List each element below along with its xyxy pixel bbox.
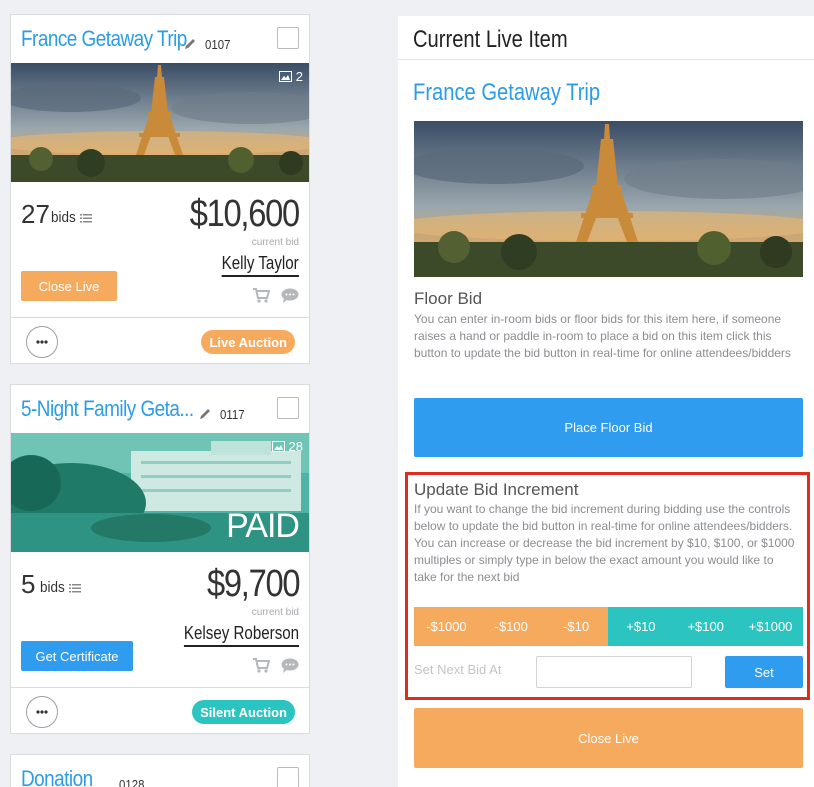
auction-type-badge: Silent Auction [192, 700, 295, 724]
card-footer: Silent Auction [11, 687, 309, 733]
pencil-icon[interactable] [198, 407, 212, 421]
cart-icon[interactable] [253, 288, 270, 303]
image-count: 2 [278, 69, 303, 84]
floor-bid-description: You can enter in-room bids or floor bids… [414, 312, 791, 360]
live-item-image [414, 121, 803, 277]
item-number: 0128 [119, 777, 145, 787]
current-bid-amount: $9,700 [206, 563, 301, 605]
more-options-button[interactable] [26, 696, 58, 728]
item-image[interactable]: 28 PAID [11, 433, 309, 552]
auction-type-badge: Live Auction [201, 330, 295, 354]
current-bid-label: current bid [251, 607, 299, 618]
current-bid-amount: $10,600 [189, 193, 300, 235]
auction-item-card: 5-Night Family Geta... 0117 28 PAID 5 bi… [10, 384, 310, 734]
image-icon [271, 441, 285, 452]
item-title-link[interactable]: Donation [21, 766, 93, 787]
item-number: 0107 [205, 37, 231, 52]
current-bid-label: current bid [251, 237, 299, 248]
highlight-box [405, 472, 810, 700]
item-number: 0117 [220, 407, 245, 422]
item-select-checkbox[interactable] [277, 397, 299, 419]
bids-count: 27 [21, 199, 50, 229]
list-icon[interactable] [69, 584, 81, 593]
get-certificate-button[interactable]: Get Certificate [21, 641, 133, 671]
bids-count: 5 [21, 569, 36, 599]
image-count-value: 2 [295, 69, 303, 84]
bids-label: bids [51, 209, 76, 226]
pencil-icon[interactable] [183, 37, 197, 51]
card-footer: Live Auction [11, 317, 309, 363]
more-icon [36, 340, 48, 344]
item-title-link[interactable]: 5-Night Family Geta... [21, 396, 194, 422]
auction-item-card: France Getaway Trip 0107 2 27 bids $10,6… [10, 14, 310, 364]
card-header: Donation 0128 [11, 755, 309, 787]
bids-label: bids [40, 579, 65, 596]
item-title-link[interactable]: France Getaway Trip [21, 26, 187, 52]
cart-icon[interactable] [253, 658, 270, 673]
chat-icon[interactable] [281, 288, 299, 303]
close-live-button[interactable]: Close Live [414, 708, 803, 768]
image-count: 28 [271, 439, 303, 454]
chat-icon[interactable] [281, 658, 299, 673]
item-select-checkbox[interactable] [277, 767, 299, 787]
image-count-value: 28 [288, 439, 303, 454]
paid-label: PAID [226, 507, 300, 545]
more-options-button[interactable] [26, 326, 58, 358]
panel-title: Current Live Item [413, 26, 568, 53]
bidder-name-link[interactable]: Kelsey Roberson [183, 623, 299, 647]
bidder-name-link[interactable]: Kelly Taylor [221, 253, 299, 277]
more-icon [36, 710, 48, 714]
floor-bid-title: Floor Bid [414, 289, 483, 308]
list-icon[interactable] [80, 214, 92, 223]
panel-header: Current Live Item [398, 16, 814, 60]
card-header: 5-Night Family Geta... 0117 [11, 385, 309, 433]
card-header: France Getaway Trip 0107 [11, 15, 309, 63]
image-icon [278, 71, 292, 82]
auction-item-card: Donation 0128 [10, 754, 310, 787]
place-floor-bid-button[interactable]: Place Floor Bid [414, 398, 803, 457]
item-image[interactable]: 2 [11, 63, 309, 182]
item-select-checkbox[interactable] [277, 27, 299, 49]
live-item-title-link[interactable]: France Getaway Trip [413, 79, 600, 107]
close-live-button[interactable]: Close Live [21, 271, 117, 301]
